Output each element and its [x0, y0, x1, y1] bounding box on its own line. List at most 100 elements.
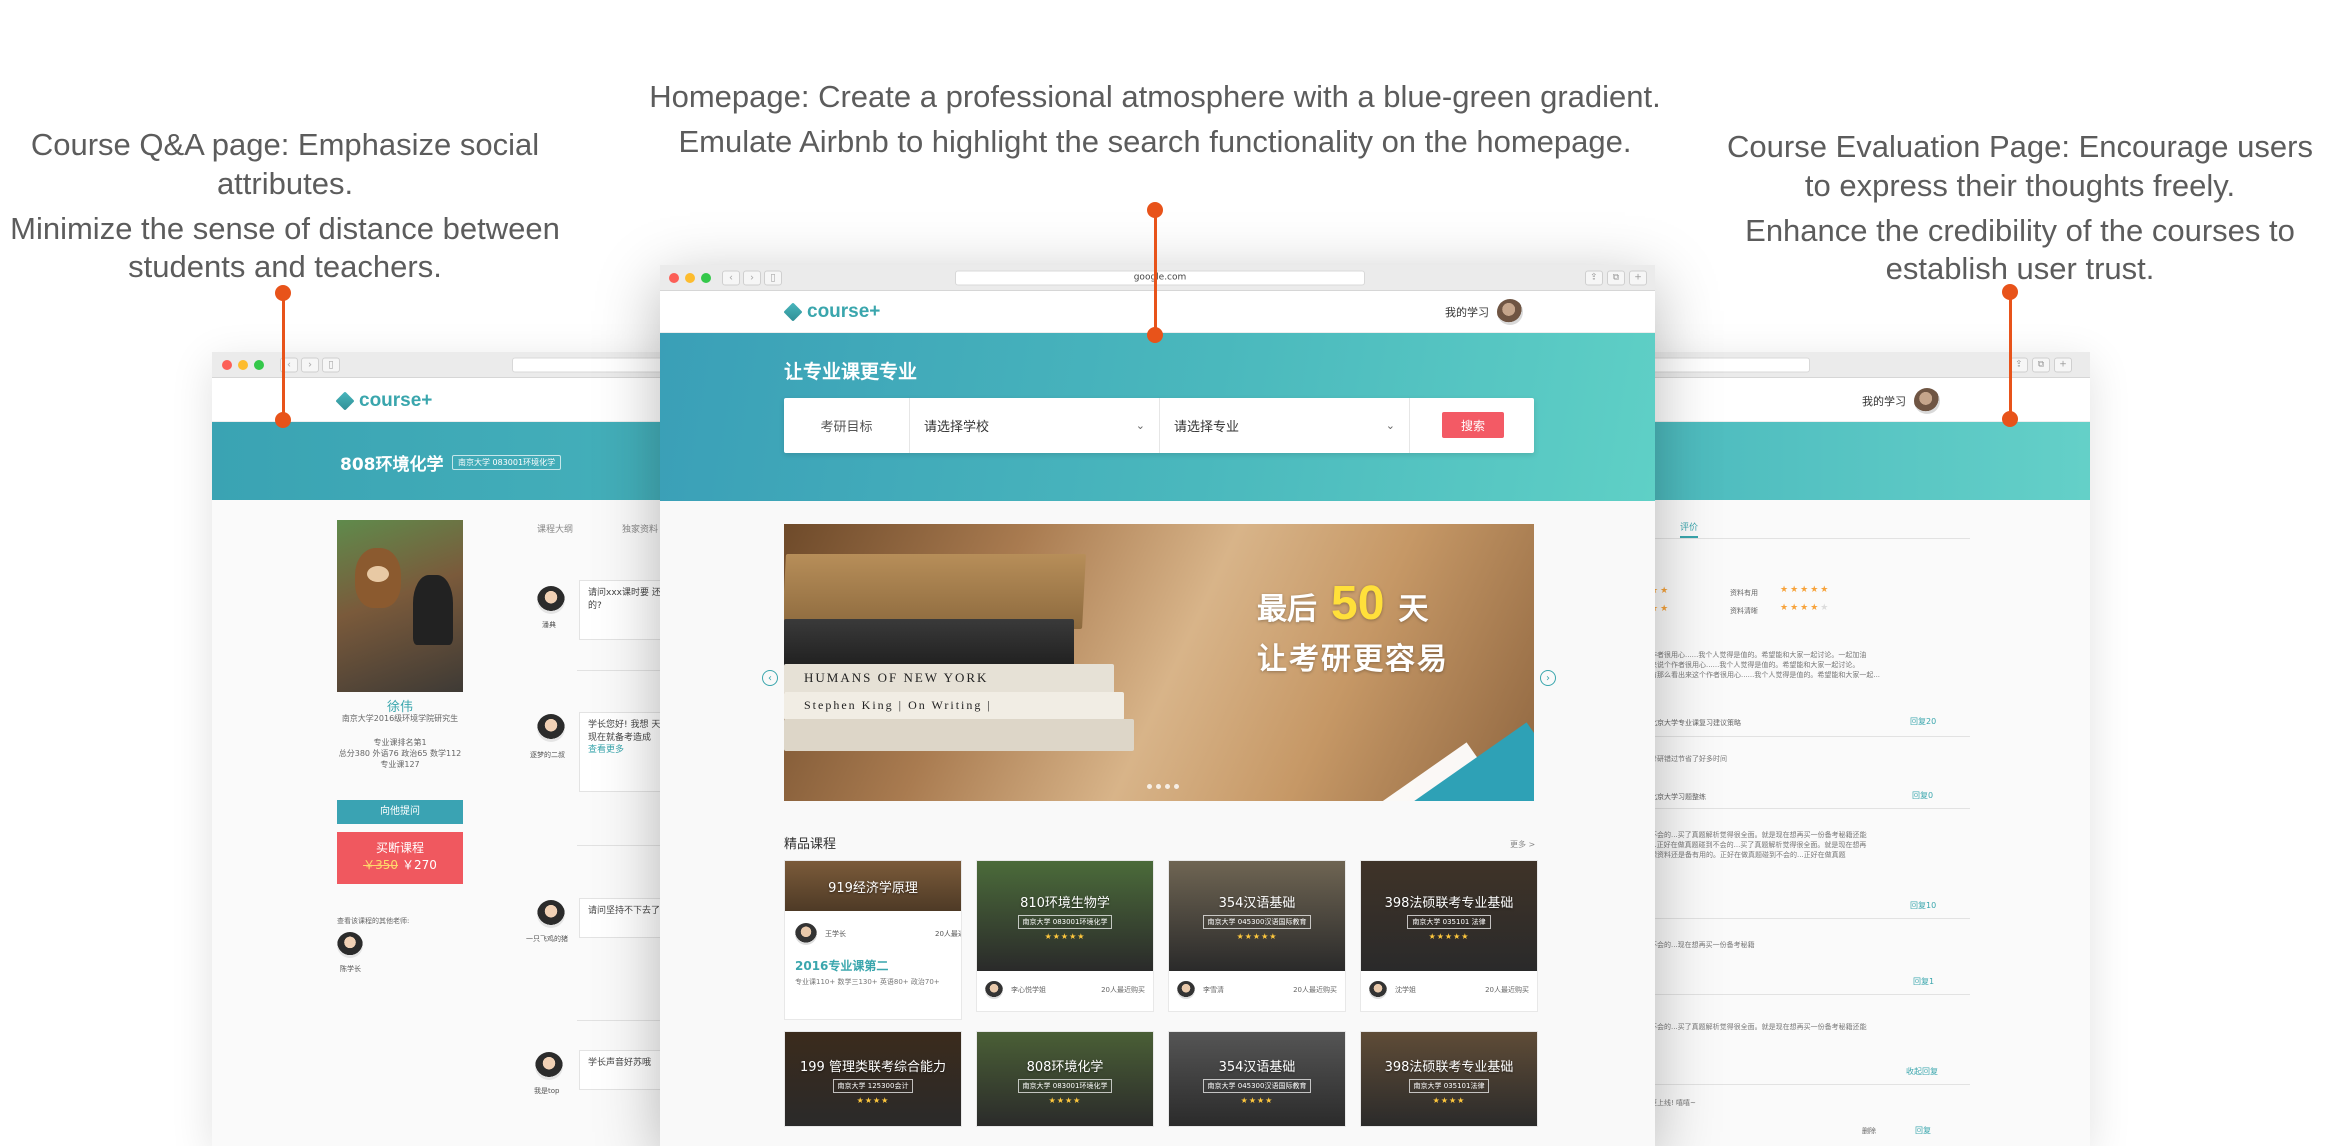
teacher-figure-image [413, 575, 453, 645]
tabs-icon[interactable]: ⧉ [1607, 270, 1625, 285]
buy-course-button[interactable]: 买断课程 ￥350 ￥270 [337, 832, 463, 884]
rating-stars: ★★★★ [1432, 1095, 1466, 1105]
tabs-icon[interactable]: ⧉ [2032, 357, 2050, 372]
tab-materials[interactable]: 独家资料 [622, 522, 658, 535]
hero-title: 让专业课更专业 [784, 361, 918, 383]
course-card[interactable]: 199 管理类联考综合能力 南京大学 125300会计 ★★★★ [784, 1031, 962, 1127]
book-spine-text: Stephen King | On Writing | [804, 698, 992, 712]
course-card[interactable]: 354汉语基础 南京大学 045300汉语国际教育 ★★★★ [1168, 1031, 1346, 1127]
major-select[interactable]: 请选择专业 ⌄ [1160, 398, 1410, 453]
course-cover: 808环境化学 南京大学 083001环境化学 ★★★★ [977, 1032, 1153, 1126]
course-card[interactable]: 810环境生物学 南京大学 083001环境化学 ★★★★★ 李心悦学姐 20人最近购买 [976, 860, 1154, 1012]
delete-link[interactable]: 删除 [1862, 1126, 1876, 1136]
course-teacher-row: 李心悦学姐 20人最近购买 [977, 969, 1153, 1011]
share-icon[interactable]: ⇪ [2010, 357, 2028, 372]
teacher-avatar[interactable] [1369, 981, 1387, 999]
user-avatar[interactable] [1497, 299, 1523, 325]
asker-avatar[interactable] [535, 1052, 563, 1080]
carousel-dot[interactable] [1174, 784, 1179, 789]
course-school-badge: 南京大学 083001环境化学 [1017, 914, 1113, 929]
course-card[interactable]: 398法硕联考专业基础 南京大学 035101法律 ★★★★ [1360, 1031, 1538, 1127]
rating-stars: ★★★★★ [1044, 931, 1086, 941]
my-learning-link[interactable]: 我的学习 [1862, 393, 1906, 409]
asker-avatar[interactable] [537, 586, 565, 614]
reply-link[interactable]: 回复 [1915, 1125, 1931, 1136]
course-card[interactable]: 808环境化学 南京大学 083001环境化学 ★★★★ [976, 1031, 1154, 1127]
maximize-window-icon[interactable] [701, 272, 711, 283]
carousel-next-icon[interactable]: › [1540, 670, 1556, 686]
ask-teacher-button[interactable]: 向他提问 [337, 800, 463, 824]
new-tab-icon[interactable]: + [1629, 270, 1647, 285]
other-teacher-avatar[interactable] [337, 932, 363, 958]
reply-link[interactable]: 回复10 [1910, 900, 1936, 911]
my-learning-menu[interactable]: 我的学习 [1445, 299, 1523, 325]
sidebar-toggle-icon[interactable]: ▯ [322, 357, 340, 372]
course-cover: 354汉语基础 南京大学 045300汉语国际教育 ★★★★ [1169, 1032, 1345, 1126]
tab-reviews[interactable]: 评价 [1680, 520, 1699, 538]
reply-link[interactable]: 回复0 [1912, 790, 1933, 801]
course-cover: 199 管理类联考综合能力 南京大学 125300会计 ★★★★ [785, 1032, 961, 1126]
course-card[interactable]: 398法硕联考专业基础 南京大学 035101 法律 ★★★★★ 沈学姐 20人最近购买 [1360, 860, 1538, 1012]
back-arrow-icon[interactable]: ‹ [722, 270, 740, 285]
window-controls[interactable] [669, 272, 711, 283]
maximize-window-icon[interactable] [254, 359, 264, 370]
annotation-pin-dot-center [1147, 327, 1163, 343]
my-learning-menu[interactable]: 我的学习 [1862, 388, 1940, 414]
new-tab-icon[interactable]: + [2054, 357, 2072, 372]
carousel-dot[interactable] [1165, 784, 1170, 789]
sidebar-toggle-icon[interactable]: ▯ [764, 270, 782, 285]
course-plus-logo[interactable]: course+ [335, 390, 432, 412]
asker-avatar[interactable] [537, 714, 565, 742]
teacher-avatar[interactable] [985, 981, 1003, 999]
teacher-avatar[interactable] [1177, 981, 1195, 999]
user-avatar[interactable] [1914, 388, 1940, 414]
collapse-replies-link[interactable]: 收起回复 [1906, 1066, 1938, 1077]
more-courses-link[interactable]: 更多 > [1510, 839, 1535, 850]
review-text: 考研错过节省了好多时间 [1650, 755, 1727, 763]
address-bar[interactable]: google.com [955, 270, 1365, 285]
rating-stars: ★★★★★ [1428, 931, 1470, 941]
book-image [784, 554, 1086, 629]
carousel-dot[interactable] [1147, 784, 1152, 789]
forward-arrow-icon[interactable]: › [743, 270, 761, 285]
asker-name: 我是top [534, 1087, 560, 1095]
search-button[interactable]: 搜索 [1442, 412, 1504, 438]
search-bar: 考研目标 请选择学校 ⌄ 请选择专业 ⌄ 搜索 [784, 398, 1534, 453]
course-description: 专业课110+ 数学三130+ 英语80+ 政治70+ [795, 978, 940, 986]
window-controls[interactable] [222, 359, 264, 370]
reply-link[interactable]: 回复20 [1910, 716, 1936, 727]
close-window-icon[interactable] [669, 272, 679, 283]
tab-syllabus[interactable]: 课程大纲 [537, 522, 573, 535]
annotation-center: Homepage: Create a professional atmosphe… [600, 78, 1710, 162]
reply-link[interactable]: 回复1 [1913, 976, 1934, 987]
browser-toolbar: ⇪ ⧉ + [1610, 352, 2090, 378]
asker-avatar[interactable] [537, 900, 565, 928]
review-text: 不会的...买了真题解析觉得很全面。就是现在想再买一份备考秘籍还能 [1650, 1023, 1867, 1031]
minimize-window-icon[interactable] [685, 272, 695, 283]
cube-logo-icon [783, 302, 803, 322]
teacher-avatar[interactable] [795, 923, 817, 945]
minimize-window-icon[interactable] [238, 359, 248, 370]
course-card-featured[interactable]: 919经济学原理 王学长 20人最近购买 2016专业课第二 专业课110+ 数… [784, 860, 962, 1020]
promo-prefix: 最后 [1257, 592, 1317, 627]
carousel-dots[interactable] [1147, 784, 1179, 789]
course-plus-logo[interactable]: course+ [783, 301, 880, 323]
buy-course-label: 买断课程 [375, 841, 424, 855]
recent-buyers: 20人最近购买 [1101, 986, 1145, 994]
teacher-name: 王学长 [825, 930, 846, 938]
share-icon[interactable]: ⇪ [1585, 270, 1603, 285]
course-card[interactable]: 354汉语基础 南京大学 045300汉语国际教育 ★★★★★ 李雪清 20人最近购买 [1168, 860, 1346, 1012]
recent-buyers: 20人最近购买 [1485, 986, 1529, 994]
rating-stars: ★★★★ [856, 1095, 890, 1105]
other-teachers-label: 查看该课程的其他老师: [337, 917, 410, 925]
my-learning-link[interactable]: 我的学习 [1445, 304, 1489, 320]
course-title: 354汉语基础 [1218, 1059, 1296, 1075]
other-teacher-name[interactable]: 陈学长 [340, 964, 361, 974]
teacher-name: 李雪清 [1203, 986, 1224, 994]
school-select[interactable]: 请选择学校 ⌄ [910, 398, 1160, 453]
close-window-icon[interactable] [222, 359, 232, 370]
forward-arrow-icon[interactable]: › [301, 357, 319, 372]
carousel-prev-icon[interactable]: ‹ [762, 670, 778, 686]
promo-carousel[interactable]: HUMANS OF NEW YORK Stephen King | On Wri… [784, 524, 1534, 801]
carousel-dot[interactable] [1156, 784, 1161, 789]
